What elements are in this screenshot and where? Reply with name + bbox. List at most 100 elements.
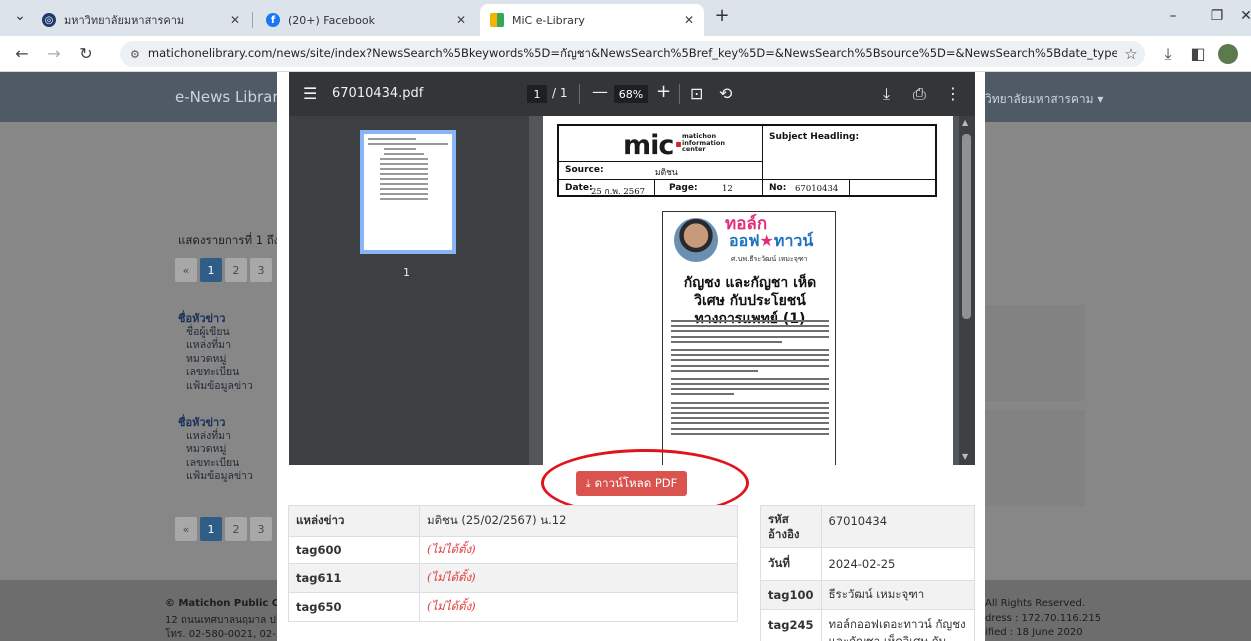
more-options-icon[interactable]: ⋮ [945, 84, 961, 103]
result-field: เลขทะเบียน [186, 366, 240, 378]
scroll-down-icon[interactable]: ▼ [962, 452, 968, 461]
side-panel-icon[interactable]: ◧ [1188, 44, 1208, 63]
profile-avatar[interactable] [1218, 44, 1238, 64]
source-label: Source: [565, 165, 604, 175]
footer-address: 12 ถนนเทศบาลนฤมาล ประชานิเวศน์ [165, 615, 285, 626]
zoom-in-icon[interactable]: + [656, 81, 671, 102]
pdf-page: mic· matichon information center Subject H… [543, 116, 953, 465]
close-window-icon[interactable]: ✕ [1236, 8, 1251, 24]
meta-key: วันที่ [760, 547, 822, 581]
pager-page-1[interactable]: 1 [200, 258, 222, 282]
meta-key: tag245 [760, 609, 822, 641]
info-key: tag600 [288, 536, 420, 564]
scroll-thumb[interactable] [962, 134, 971, 319]
globe-icon: ◎ [42, 13, 56, 27]
info-value: (ไม่ได้ตั้ง) [419, 563, 738, 593]
tab-mic-elibrary[interactable]: MiC e-Library ✕ [480, 4, 704, 36]
zoom-level-input[interactable]: 68% [614, 85, 648, 103]
close-icon[interactable]: ✕ [684, 13, 694, 27]
date-value: 25 ก.พ. 2567 [591, 187, 646, 197]
reload-icon[interactable]: ↻ [76, 44, 96, 63]
table-row: รหัสอ้างอิง 67010434 [760, 505, 975, 548]
result-field: แหล่งที่มา [186, 339, 231, 351]
fit-page-icon[interactable]: ⊡ [690, 84, 703, 103]
bookmark-star-icon[interactable]: ☆ [1117, 45, 1145, 63]
tab-search-icon[interactable]: ⌄ [10, 8, 30, 24]
result-field: แฟ้มข้อมูลข่าว [186, 379, 253, 392]
date-label: Date: [565, 183, 593, 193]
pagination-top: « 1 2 3 [175, 258, 275, 282]
result-field: แฟ้มข้อมูลข่าว [186, 470, 253, 482]
print-icon[interactable]: ⎙ [913, 84, 926, 104]
result-heading[interactable]: ชื่อหัวข่าว [178, 416, 288, 430]
tab-facebook[interactable]: f (20+) Facebook ✕ [256, 4, 476, 36]
article-body [671, 320, 829, 438]
no-label: No: [769, 183, 787, 193]
close-icon[interactable]: ✕ [230, 13, 240, 27]
new-tab-icon[interactable]: + [712, 5, 732, 26]
url-text[interactable]: matichonelibrary.com/news/site/index?New… [148, 45, 1117, 63]
toolbar-separator [679, 84, 680, 104]
rotate-icon[interactable]: ⟲ [719, 84, 732, 103]
page-label: Page: [669, 183, 698, 193]
result-heading[interactable]: ชื่อหัวข่าว [178, 312, 288, 326]
no-value: 67010434 [795, 184, 839, 194]
pdf-viewer: ☰ 67010434.pdf 1 / 1 — 68% + ⊡ ⟲ ⤓ ⎙ ⋮ 1 [289, 72, 975, 465]
info-value: (ไม่ได้ตั้ง) [419, 536, 738, 564]
news-article-clipping: ทอล์ก ออฟ★ทาวน์ ศ.นพ.ธีระวัฒน์ เหมะจุฑา … [662, 211, 836, 465]
footer-rights: All Rights Reserved. [985, 598, 1086, 609]
download-icon[interactable]: ⤓ [1158, 44, 1178, 64]
pager-page-2[interactable]: 2 [225, 517, 247, 541]
pager-prev[interactable]: « [175, 517, 197, 541]
pager-page-2[interactable]: 2 [225, 258, 247, 282]
meta-key: รหัสอ้างอิง [760, 505, 822, 548]
result-field: หมวดหมู่ [186, 443, 227, 455]
site-user-menu[interactable]: วิทยาลัยมหาสารคาม ▾ [985, 90, 1103, 109]
meta-value: ทอล์กออฟเดอะทาวน์ กัญชง และกัญชา เห็ดวิเ… [820, 609, 975, 641]
result-side-box [985, 305, 1085, 401]
pdf-toolbar: ☰ 67010434.pdf 1 / 1 — 68% + ⊡ ⟲ ⤓ ⎙ ⋮ [289, 72, 975, 116]
pdf-download-icon[interactable]: ⤓ [883, 84, 890, 104]
result-field: ชื่อผู้เขียน [186, 325, 230, 338]
mic-logo: mic· [623, 130, 684, 161]
tab-title: มหาวิทยาลัยมหาสารคาม [64, 14, 185, 27]
page-number-input[interactable]: 1 [527, 85, 547, 103]
table-row: tag100 ธีระวัฒน์ เหมะจุฑา [760, 580, 975, 610]
clipping-header-table: mic· matichon information center Subject H… [557, 124, 937, 197]
scroll-up-icon[interactable]: ▲ [962, 118, 968, 127]
browser-tab-bar: ⌄ ◎ มหาวิทยาลัยมหาสารคาม ✕ f (20+) Faceb… [0, 0, 1251, 36]
menu-icon[interactable]: ☰ [303, 84, 317, 103]
mic-favicon-icon [490, 13, 504, 27]
tab-title: MiC e-Library [512, 13, 585, 27]
pager-prev[interactable]: « [175, 258, 197, 282]
restore-icon[interactable]: ❐ [1207, 8, 1227, 24]
page-value: 12 [722, 184, 733, 194]
result-side-box [985, 410, 1085, 506]
meta-value: 67010434 [820, 505, 975, 548]
news-meta-table: รหัสอ้างอิง 67010434 วันที่ 2024-02-25 t… [760, 505, 975, 641]
minimize-icon[interactable]: – [1163, 8, 1183, 24]
site-info-icon[interactable]: ⚙ [130, 48, 140, 61]
forward-arrow-icon[interactable]: → [44, 44, 64, 63]
result-field: หมวดหมู่ [186, 352, 227, 365]
pdf-filename: 67010434.pdf [332, 86, 424, 101]
table-row: แหล่งข่าว มติชน (25/02/2567) น.12 [288, 505, 738, 537]
meta-value: 2024-02-25 [820, 547, 975, 581]
pagination-bottom: « 1 2 3 [175, 517, 275, 541]
site-brand[interactable]: e-News Library [175, 88, 287, 106]
result-item-2: ชื่อหัวข่าว แหล่งที่มา หมวดหมู่ เลขทะเบี… [178, 416, 288, 484]
table-row: tag611 (ไม่ได้ตั้ง) [288, 563, 738, 593]
pager-page-3[interactable]: 3 [250, 517, 272, 541]
zoom-out-icon[interactable]: — [592, 82, 608, 101]
thumbnail-page-number: 1 [403, 266, 410, 279]
tab-university[interactable]: ◎ มหาวิทยาลัยมหาสารคาม ✕ [32, 4, 250, 36]
info-key: tag650 [288, 592, 420, 622]
pager-page-3[interactable]: 3 [250, 258, 272, 282]
pager-page-1[interactable]: 1 [200, 517, 222, 541]
address-bar: ← → ↻ ⚙ matichonelibrary.com/news/site/i… [0, 36, 1251, 72]
page-thumbnail[interactable] [360, 130, 456, 254]
url-field[interactable]: ⚙ matichonelibrary.com/news/site/index?N… [120, 41, 1145, 67]
pdf-scrollbar[interactable]: ▲ ▼ [959, 116, 975, 465]
back-arrow-icon[interactable]: ← [12, 44, 32, 63]
close-icon[interactable]: ✕ [456, 13, 466, 27]
